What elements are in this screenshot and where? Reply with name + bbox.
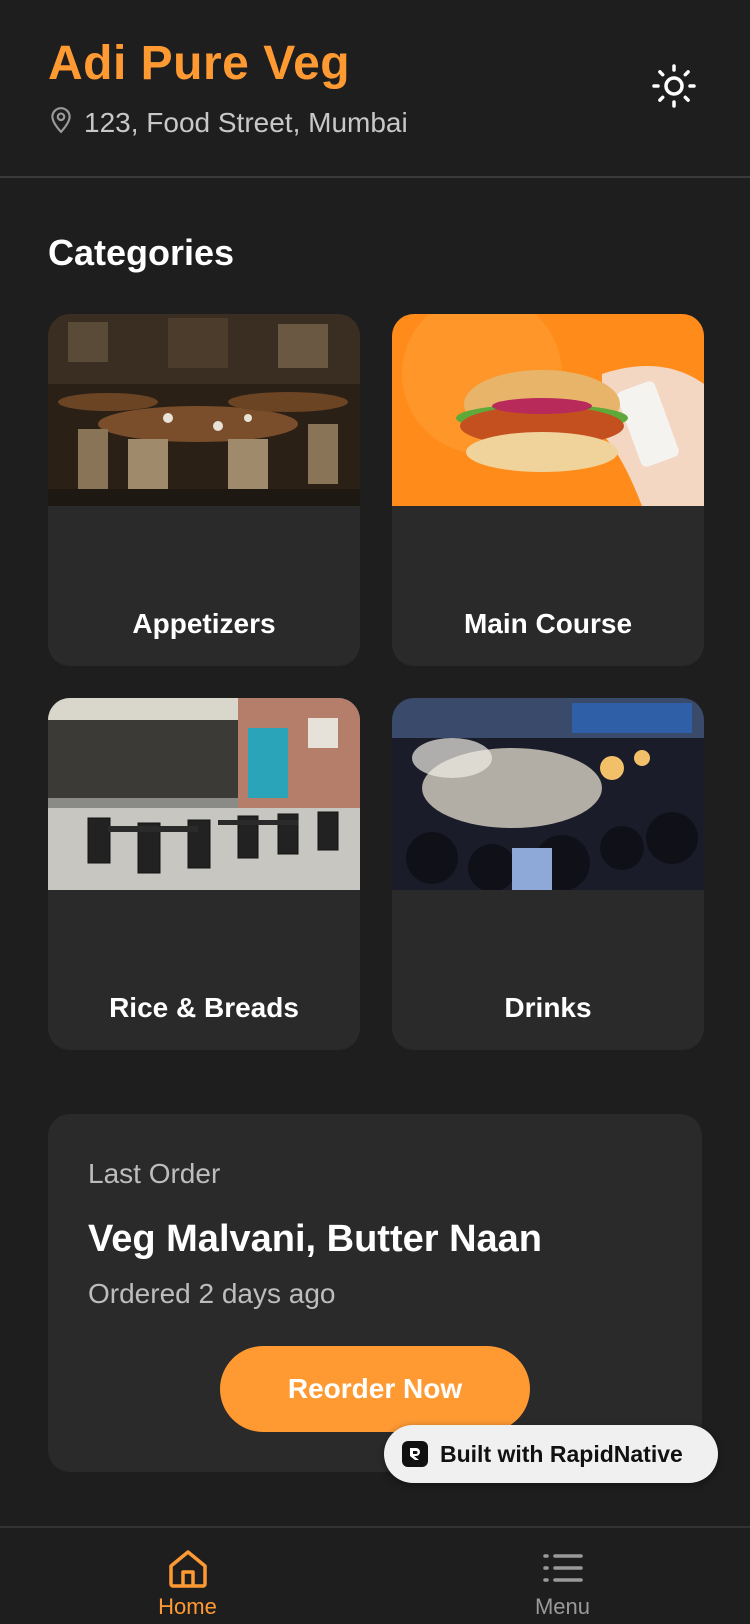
category-label: Drinks <box>504 992 592 1023</box>
restaurant-name: Adi Pure Veg <box>48 37 351 90</box>
last-order-items: Veg Malvani, Butter Naan <box>88 1218 543 1260</box>
rapidnative-logo-icon <box>402 1441 428 1467</box>
last-order-time: Ordered 2 days ago <box>88 1278 336 1309</box>
category-card-appetizers[interactable]: Appetizers <box>48 314 360 666</box>
night-street-food-market-photo <box>392 698 704 890</box>
category-label: Main Course <box>463 608 633 639</box>
restaurant-address: 123, Food Street, Mumbai <box>84 106 408 138</box>
burger-in-hand-photo <box>392 314 704 506</box>
category-card-drinks[interactable]: Drinks <box>392 698 704 1050</box>
nav-item-menu[interactable]: Menu <box>375 1528 750 1624</box>
map-pin-icon <box>48 106 74 139</box>
restaurant-interior-photo <box>48 314 360 506</box>
sun-icon <box>651 63 697 114</box>
last-order-kicker: Last Order <box>88 1158 221 1189</box>
last-order-card: Last Order Veg Malvani, Butter Naan Orde… <box>48 1114 702 1472</box>
category-label: Rice & Breads <box>109 992 299 1023</box>
theme-toggle-button[interactable] <box>650 63 698 114</box>
nav-label-menu: Menu <box>534 1594 591 1619</box>
category-label: Appetizers <box>132 608 276 639</box>
outdoor-cafe-seating-photo <box>48 698 360 890</box>
category-card-main-course[interactable]: Main Course <box>392 314 704 666</box>
reorder-now-button[interactable]: Reorder Now <box>220 1346 530 1432</box>
nav-label-home: Home <box>158 1594 217 1619</box>
built-with-rapidnative-badge[interactable]: Built with RapidNative <box>384 1425 718 1483</box>
app-screen: Adi Pure Veg 123, Food Street, Mumbai Ca… <box>0 0 750 1624</box>
list-icon <box>541 1546 585 1590</box>
bottom-navigation: Home Menu <box>0 1526 750 1624</box>
nav-item-home[interactable]: Home <box>0 1528 375 1624</box>
badge-label: Built with RapidNative <box>440 1440 683 1467</box>
header: Adi Pure Veg 123, Food Street, Mumbai <box>0 0 750 178</box>
category-card-rice-breads[interactable]: Rice & Breads <box>48 698 360 1050</box>
address-row: 123, Food Street, Mumbai <box>48 106 408 139</box>
home-icon <box>166 1546 210 1590</box>
categories-title: Categories <box>48 232 235 273</box>
